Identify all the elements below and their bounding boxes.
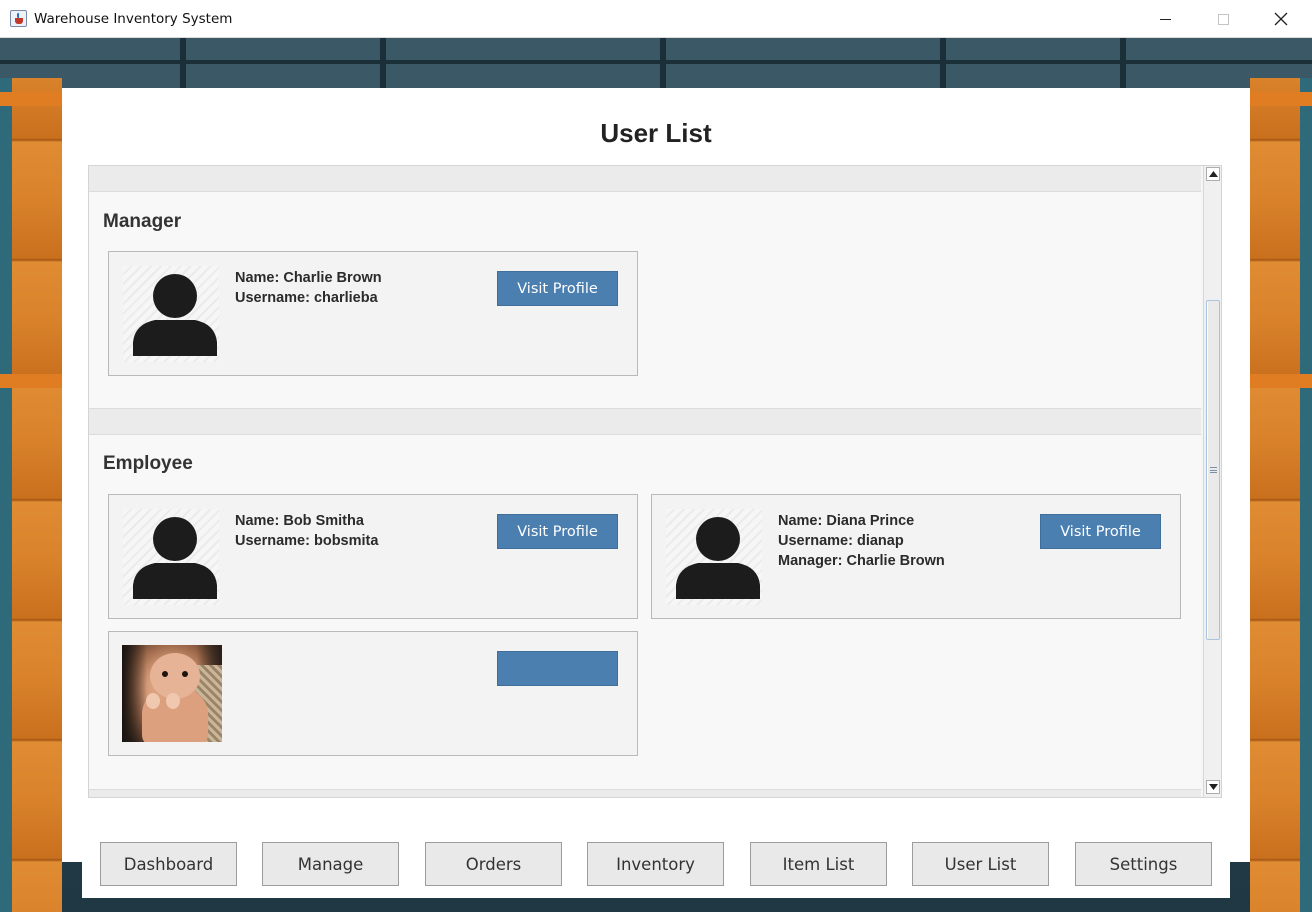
scroll-down-button[interactable] — [1206, 780, 1220, 794]
page-title: User List — [600, 118, 712, 148]
user-username: Username: bobsmita — [235, 533, 379, 549]
nav-inventory-button[interactable]: Inventory — [587, 842, 724, 886]
nav-manage-button[interactable]: Manage — [262, 842, 399, 886]
user-username: Username: dianap — [778, 533, 904, 549]
nav-settings-button[interactable]: Settings — [1075, 842, 1212, 886]
default-avatar-icon — [666, 509, 766, 605]
visit-profile-button[interactable]: Visit Profile — [497, 514, 618, 549]
java-app-icon — [10, 10, 27, 27]
close-icon — [1274, 12, 1288, 26]
user-card-charlie: Name: Charlie Brown Username: charlieba … — [108, 251, 638, 376]
close-button[interactable] — [1258, 0, 1304, 38]
maximize-icon — [1217, 13, 1229, 25]
minimize-button[interactable] — [1142, 0, 1188, 38]
user-name: Name: Bob Smitha — [235, 513, 364, 529]
window-titlebar: Warehouse Inventory System — [0, 0, 1312, 38]
employee-section: Employee Name: Bob Smitha Username: bobs… — [89, 435, 1201, 790]
visit-profile-button[interactable]: Visit Profile — [1040, 514, 1161, 549]
minimize-icon — [1159, 18, 1171, 20]
default-avatar-icon — [123, 509, 223, 605]
main-panel: User List Manager Name: Charlie Brown Us… — [62, 88, 1250, 862]
nav-orders-button[interactable]: Orders — [425, 842, 562, 886]
user-card-ethan — [108, 631, 638, 756]
manager-section: Manager Name: Charlie Brown Username: ch… — [89, 192, 1201, 409]
user-card-bob: Name: Bob Smitha Username: bobsmita Visi… — [108, 494, 638, 619]
scrollbar-thumb[interactable] — [1206, 300, 1220, 640]
nav-dashboard-button[interactable]: Dashboard — [100, 842, 237, 886]
user-username: Username: charlieba — [235, 290, 378, 306]
hamster-photo — [122, 645, 222, 742]
section-divider — [89, 409, 1201, 435]
user-name: Name: Charlie Brown — [235, 270, 382, 286]
user-name: Name: Diana Prince — [778, 513, 915, 529]
section-divider — [89, 166, 1201, 192]
default-avatar-icon — [123, 266, 223, 362]
chevron-up-icon — [1208, 171, 1218, 177]
user-manager: Manager: Charlie Brown — [778, 553, 945, 569]
nav-item-list-button[interactable]: Item List — [750, 842, 887, 886]
nav-user-list-button[interactable]: User List — [912, 842, 1049, 886]
scroll-up-button[interactable] — [1206, 167, 1220, 181]
maximize-button[interactable] — [1200, 0, 1246, 38]
chevron-down-icon — [1208, 784, 1218, 790]
window-title: Warehouse Inventory System — [34, 11, 233, 27]
user-card-diana: Name: Diana Prince Username: dianap Mana… — [651, 494, 1181, 619]
user-info: Name: Bob Smitha Username: bobsmita — [235, 511, 378, 551]
section-divider — [89, 790, 1201, 797]
user-info: Name: Diana Prince Username: dianap Mana… — [778, 511, 945, 571]
visit-profile-button[interactable] — [497, 651, 618, 686]
user-info: Name: Charlie Brown Username: charlieba — [235, 268, 382, 308]
user-list-scroll-area[interactable]: Manager Name: Charlie Brown Username: ch… — [88, 165, 1222, 798]
vertical-scrollbar[interactable] — [1203, 166, 1221, 797]
visit-profile-button[interactable]: Visit Profile — [497, 271, 618, 306]
manager-section-title: Manager — [103, 211, 182, 232]
employee-section-title: Employee — [103, 453, 193, 474]
